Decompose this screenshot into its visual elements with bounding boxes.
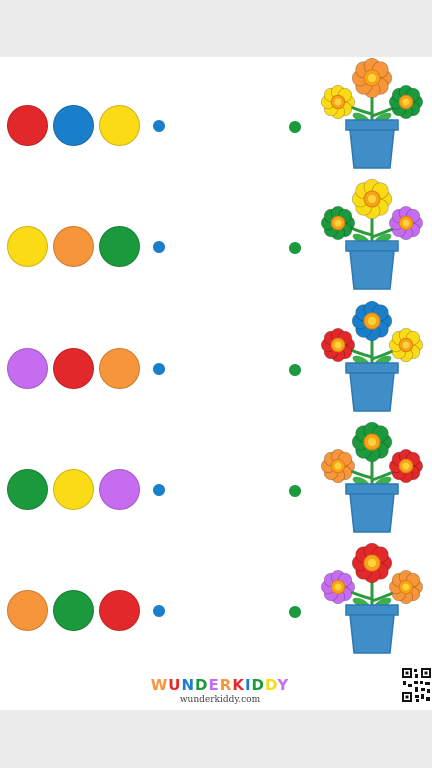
- brand-name: WUNDERKIDDY: [150, 676, 290, 694]
- left-connect-dot[interactable]: [153, 605, 165, 617]
- left-flower-icon: [320, 84, 356, 120]
- right-connect-dot[interactable]: [289, 242, 301, 254]
- top-flower-icon: [351, 421, 393, 463]
- flower-pot-icon: [320, 542, 424, 654]
- yellow-color-circle: [53, 469, 94, 510]
- orange-color-circle: [53, 226, 94, 267]
- matching-row-4: [0, 421, 432, 550]
- matching-row-2: [0, 178, 432, 307]
- pot-body: [349, 614, 395, 654]
- left-flower-icon: [320, 448, 356, 484]
- flower-pot-icon: [320, 178, 424, 290]
- pot-body: [349, 250, 395, 290]
- red-color-circle: [53, 348, 94, 389]
- right-flower-icon: [388, 569, 424, 605]
- matching-row-5: [0, 542, 432, 671]
- pot-body: [349, 372, 395, 412]
- purple-color-circle: [99, 469, 140, 510]
- top-flower-icon: [351, 178, 393, 220]
- flower-pot-icon: [320, 300, 424, 412]
- right-connect-dot[interactable]: [289, 121, 301, 133]
- left-connect-dot[interactable]: [153, 363, 165, 375]
- brand-url: wunderkiddy.com: [179, 695, 261, 705]
- top-flower-icon: [351, 300, 393, 342]
- qr-code-icon: [401, 667, 432, 703]
- right-flower-icon: [388, 448, 424, 484]
- yellow-color-circle: [7, 226, 48, 267]
- red-color-circle: [7, 105, 48, 146]
- right-connect-dot[interactable]: [289, 485, 301, 497]
- green-color-circle: [99, 226, 140, 267]
- flower-pot-icon: [320, 57, 424, 169]
- red-color-circle: [99, 590, 140, 631]
- matching-row-3: [0, 300, 432, 429]
- left-connect-dot[interactable]: [153, 241, 165, 253]
- top-flower-icon: [351, 57, 393, 99]
- right-connect-dot[interactable]: [289, 364, 301, 376]
- left-flower-icon: [320, 205, 356, 241]
- blue-color-circle: [53, 105, 94, 146]
- matching-row-1: [0, 57, 432, 186]
- right-flower-icon: [388, 84, 424, 120]
- left-flower-icon: [320, 327, 356, 363]
- pot-rim: [345, 119, 399, 131]
- left-connect-dot[interactable]: [153, 120, 165, 132]
- green-color-circle: [7, 469, 48, 510]
- pot-body: [349, 493, 395, 533]
- pot-body: [349, 129, 395, 169]
- orange-color-circle: [7, 590, 48, 631]
- right-connect-dot[interactable]: [289, 606, 301, 618]
- right-flower-icon: [388, 327, 424, 363]
- brand-logo: WUNDERKIDDY wunderkiddy.com: [140, 676, 300, 706]
- top-flower-icon: [351, 542, 393, 584]
- pot-rim: [345, 483, 399, 495]
- pot-rim: [345, 604, 399, 616]
- pot-rim: [345, 240, 399, 252]
- right-flower-icon: [388, 205, 424, 241]
- purple-color-circle: [7, 348, 48, 389]
- yellow-color-circle: [99, 105, 140, 146]
- flower-pot-icon: [320, 421, 424, 533]
- orange-color-circle: [99, 348, 140, 389]
- left-connect-dot[interactable]: [153, 484, 165, 496]
- left-flower-icon: [320, 569, 356, 605]
- pot-rim: [345, 362, 399, 374]
- green-color-circle: [53, 590, 94, 631]
